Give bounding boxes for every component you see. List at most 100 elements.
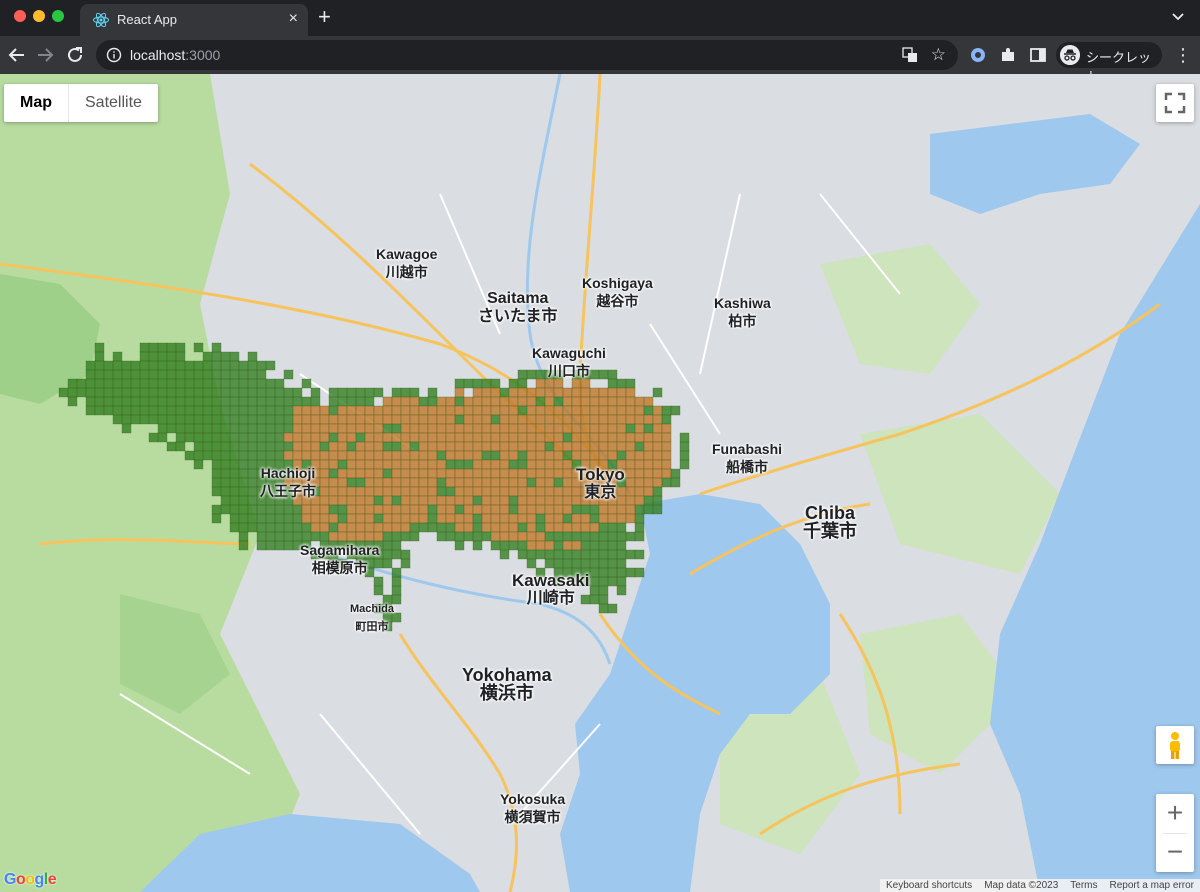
heatmap-cell[interactable] — [526, 486, 537, 497]
heatmap-cell[interactable] — [301, 450, 312, 461]
heatmap-cell[interactable] — [445, 441, 456, 452]
heatmap-cell[interactable] — [238, 396, 249, 407]
heatmap-cell[interactable] — [130, 378, 141, 389]
heatmap-cell[interactable] — [238, 405, 249, 416]
heatmap-cell[interactable] — [229, 405, 240, 416]
heatmap-cell[interactable] — [535, 540, 546, 551]
heatmap-cell[interactable] — [544, 486, 555, 497]
heatmap-cell[interactable] — [256, 432, 267, 443]
heatmap-cell[interactable] — [616, 531, 627, 542]
heatmap-cell[interactable] — [346, 531, 357, 542]
heatmap-cell[interactable] — [409, 396, 420, 407]
heatmap-cell[interactable] — [355, 441, 366, 452]
heatmap-cell[interactable] — [364, 387, 375, 398]
heatmap-cell[interactable] — [364, 450, 375, 461]
heatmap-cell[interactable] — [112, 360, 123, 371]
heatmap-cell[interactable] — [265, 531, 276, 542]
heatmap-cell[interactable] — [445, 531, 456, 542]
heatmap-cell[interactable] — [625, 567, 636, 578]
heatmap-cell[interactable] — [175, 432, 186, 443]
heatmap-cell[interactable] — [274, 441, 285, 452]
heatmap-cell[interactable] — [328, 450, 339, 461]
heatmap-cell[interactable] — [373, 459, 384, 470]
heatmap-cell[interactable] — [229, 360, 240, 371]
heatmap-cell[interactable] — [391, 495, 402, 506]
heatmap-cell[interactable] — [625, 423, 636, 434]
heatmap-cell[interactable] — [508, 522, 519, 533]
heatmap-cell[interactable] — [391, 477, 402, 488]
heatmap-cell[interactable] — [337, 459, 348, 470]
heatmap-cell[interactable] — [454, 405, 465, 416]
heatmap-cell[interactable] — [310, 522, 321, 533]
heatmap-cell[interactable] — [166, 369, 177, 380]
heatmap-cell[interactable] — [130, 369, 141, 380]
heatmap-cell[interactable] — [310, 513, 321, 524]
heatmap-cell[interactable] — [535, 378, 546, 389]
heatmap-cell[interactable] — [526, 513, 537, 524]
heatmap-cell[interactable] — [427, 450, 438, 461]
heatmap-cell[interactable] — [211, 351, 222, 362]
heatmap-cell[interactable] — [373, 486, 384, 497]
heatmap-cell[interactable] — [454, 459, 465, 470]
heatmap-cell[interactable] — [391, 414, 402, 425]
heatmap-cell[interactable] — [400, 513, 411, 524]
heatmap-cell[interactable] — [310, 450, 321, 461]
heatmap-cell[interactable] — [256, 441, 267, 452]
heatmap-cell[interactable] — [148, 387, 159, 398]
heatmap-cell[interactable] — [247, 423, 258, 434]
heatmap-cell[interactable] — [661, 441, 672, 452]
heatmap-cell[interactable] — [607, 369, 618, 380]
heatmap-cell[interactable] — [175, 351, 186, 362]
heatmap-cell[interactable] — [256, 414, 267, 425]
heatmap-cell[interactable] — [274, 540, 285, 551]
heatmap-cell[interactable] — [58, 387, 69, 398]
heatmap-cell[interactable] — [661, 423, 672, 434]
heatmap-cell[interactable] — [391, 522, 402, 533]
heatmap-cell[interactable] — [202, 450, 213, 461]
heatmap-cell[interactable] — [535, 432, 546, 443]
heatmap-cell[interactable] — [346, 495, 357, 506]
heatmap-cell[interactable] — [625, 387, 636, 398]
heatmap-cell[interactable] — [292, 531, 303, 542]
heatmap-cell[interactable] — [427, 513, 438, 524]
heatmap-cell[interactable] — [355, 531, 366, 542]
heatmap-cell[interactable] — [526, 477, 537, 488]
heatmap-cell[interactable] — [193, 450, 204, 461]
heatmap-cell[interactable] — [598, 540, 609, 551]
heatmap-cell[interactable] — [337, 477, 348, 488]
heatmap-cell[interactable] — [166, 342, 177, 353]
heatmap-cell[interactable] — [445, 513, 456, 524]
heatmap-cell[interactable] — [526, 504, 537, 515]
heatmap-cell[interactable] — [148, 396, 159, 407]
heatmap-cell[interactable] — [220, 486, 231, 497]
heatmap-cell[interactable] — [139, 405, 150, 416]
heatmap-cell[interactable] — [382, 486, 393, 497]
heatmap-cell[interactable] — [517, 396, 528, 407]
heatmap-cell[interactable] — [598, 423, 609, 434]
heatmap-cell[interactable] — [409, 459, 420, 470]
heatmap-cell[interactable] — [67, 396, 78, 407]
heatmap-cell[interactable] — [247, 495, 258, 506]
heatmap-cell[interactable] — [346, 450, 357, 461]
heatmap-cell[interactable] — [481, 522, 492, 533]
heatmap-cell[interactable] — [472, 450, 483, 461]
heatmap-cell[interactable] — [292, 522, 303, 533]
heatmap-cell[interactable] — [490, 513, 501, 524]
heatmap-cell[interactable] — [364, 468, 375, 479]
heatmap-cell[interactable] — [382, 423, 393, 434]
browser-menu-icon[interactable]: ⋮ — [1174, 44, 1192, 66]
heatmap-cell[interactable] — [472, 486, 483, 497]
heatmap-cell[interactable] — [517, 369, 528, 380]
heatmap-cell[interactable] — [409, 423, 420, 434]
heatmap-cell[interactable] — [382, 414, 393, 425]
heatmap-cell[interactable] — [463, 495, 474, 506]
heatmap-cell[interactable] — [382, 522, 393, 533]
heatmap-cell[interactable] — [607, 504, 618, 515]
heatmap-cell[interactable] — [598, 603, 609, 614]
heatmap-cell[interactable] — [436, 396, 447, 407]
heatmap-cell[interactable] — [571, 432, 582, 443]
heatmap-cell[interactable] — [463, 450, 474, 461]
heatmap-cell[interactable] — [418, 486, 429, 497]
heatmap-cell[interactable] — [598, 549, 609, 560]
heatmap-cell[interactable] — [193, 405, 204, 416]
